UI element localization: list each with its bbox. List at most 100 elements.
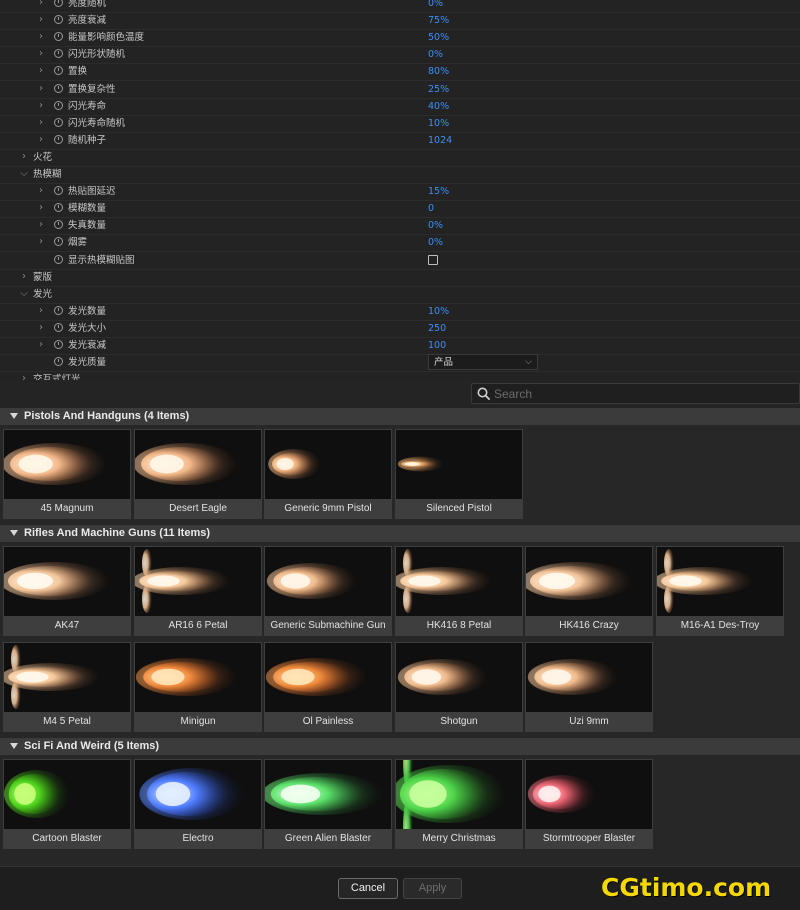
property-value[interactable]: 0% <box>428 236 443 249</box>
preset-tile[interactable]: Merry Christmas <box>395 759 523 849</box>
preset-tile[interactable]: M16-A1 Des-Troy <box>656 546 784 636</box>
stopwatch-icon[interactable] <box>54 357 63 366</box>
stopwatch-icon[interactable] <box>54 118 63 127</box>
property-row[interactable]: › 发光衰减 100 <box>0 337 800 355</box>
stopwatch-icon[interactable] <box>54 0 63 7</box>
property-value[interactable]: 10% <box>428 305 449 318</box>
property-value[interactable]: 75% <box>428 14 449 27</box>
chevron-down-icon[interactable]: ⌵ <box>19 168 29 180</box>
property-row[interactable]: › 发光数量 10% <box>0 303 800 321</box>
preset-tile[interactable]: Generic 9mm Pistol <box>264 429 392 519</box>
property-value[interactable]: 0% <box>428 219 443 232</box>
preset-tile[interactable]: Shotgun <box>395 642 523 732</box>
property-value[interactable]: 15% <box>428 185 449 198</box>
chevron-right-icon[interactable]: › <box>36 14 46 26</box>
property-row[interactable]: › 闪光形状随机 0% <box>0 46 800 64</box>
property-row[interactable]: 发光质量 产品 ⌵ <box>0 354 800 372</box>
property-row[interactable]: › 亮度衰减 75% <box>0 12 800 30</box>
property-row[interactable]: › 置换复杂性 25% <box>0 81 800 99</box>
stopwatch-icon[interactable] <box>54 66 63 75</box>
preset-tile[interactable]: Minigun <box>134 642 262 732</box>
property-row[interactable]: › 热贴图延迟 15% <box>0 183 800 201</box>
chevron-right-icon[interactable]: › <box>36 48 46 60</box>
collapse-triangle-icon[interactable] <box>10 743 18 749</box>
property-row[interactable]: › 模糊数量 0 <box>0 200 800 218</box>
property-row[interactable]: › 蒙版 <box>0 269 800 287</box>
preset-tile[interactable]: Silenced Pistol <box>395 429 523 519</box>
preset-tile[interactable]: Ol Painless <box>264 642 392 732</box>
property-value[interactable]: 0 <box>428 202 434 215</box>
property-row[interactable]: › 置换 80% <box>0 63 800 81</box>
preset-tile[interactable]: Cartoon Blaster <box>3 759 131 849</box>
property-row[interactable]: ⌵ 发光 <box>0 286 800 304</box>
chevron-right-icon[interactable]: › <box>36 134 46 146</box>
preset-tile[interactable]: Generic Submachine Gun <box>264 546 392 636</box>
stopwatch-icon[interactable] <box>54 203 63 212</box>
preset-tile[interactable]: M4 5 Petal <box>3 642 131 732</box>
property-row[interactable]: › 闪光寿命随机 10% <box>0 115 800 133</box>
preset-tile[interactable]: AK47 <box>3 546 131 636</box>
property-value[interactable]: 0% <box>428 0 443 10</box>
property-value[interactable]: 100 <box>428 339 446 352</box>
chevron-right-icon[interactable]: › <box>19 151 29 163</box>
chevron-right-icon[interactable]: › <box>36 339 46 351</box>
stopwatch-icon[interactable] <box>54 84 63 93</box>
stopwatch-icon[interactable] <box>54 323 63 332</box>
property-value[interactable]: 1024 <box>428 134 452 147</box>
preset-tile[interactable]: HK416 8 Petal <box>395 546 523 636</box>
chevron-right-icon[interactable]: › <box>36 202 46 214</box>
chevron-right-icon[interactable]: › <box>36 100 46 112</box>
stopwatch-icon[interactable] <box>54 135 63 144</box>
property-value[interactable]: 250 <box>428 322 446 335</box>
apply-button[interactable]: Apply <box>403 878 462 899</box>
stopwatch-icon[interactable] <box>54 306 63 315</box>
stopwatch-icon[interactable] <box>54 49 63 58</box>
chevron-right-icon[interactable]: › <box>19 373 29 380</box>
property-row[interactable]: › 发光大小 250 <box>0 320 800 338</box>
property-row[interactable]: › 能量影响颜色温度 50% <box>0 29 800 47</box>
chevron-right-icon[interactable]: › <box>36 65 46 77</box>
property-row[interactable]: ⌵ 热模糊 <box>0 166 800 184</box>
collapse-triangle-icon[interactable] <box>10 413 18 419</box>
quality-dropdown[interactable]: 产品 ⌵ <box>428 354 538 370</box>
preset-tile[interactable]: Electro <box>134 759 262 849</box>
property-value[interactable]: 25% <box>428 83 449 96</box>
stopwatch-icon[interactable] <box>54 186 63 195</box>
property-row[interactable]: › 闪光寿命 40% <box>0 98 800 116</box>
chevron-right-icon[interactable]: › <box>36 31 46 43</box>
cancel-button[interactable]: Cancel <box>338 878 398 899</box>
property-row[interactable]: › 烟雾 0% <box>0 234 800 252</box>
stopwatch-icon[interactable] <box>54 32 63 41</box>
preset-tile[interactable]: Stormtrooper Blaster <box>525 759 653 849</box>
chevron-right-icon[interactable]: › <box>36 185 46 197</box>
stopwatch-icon[interactable] <box>54 220 63 229</box>
chevron-right-icon[interactable]: › <box>36 117 46 129</box>
search-box[interactable] <box>471 383 800 404</box>
property-row[interactable]: › 失真数量 0% <box>0 217 800 235</box>
collapse-triangle-icon[interactable] <box>10 530 18 536</box>
chevron-right-icon[interactable]: › <box>36 83 46 95</box>
checkbox[interactable] <box>428 255 438 265</box>
stopwatch-icon[interactable] <box>54 101 63 110</box>
chevron-right-icon[interactable]: › <box>19 271 29 283</box>
chevron-right-icon[interactable]: › <box>36 305 46 317</box>
property-row[interactable]: › 火花 <box>0 149 800 167</box>
category-header[interactable]: Pistols And Handguns (4 Items) <box>0 408 800 425</box>
chevron-down-icon[interactable]: ⌵ <box>19 288 29 300</box>
category-header[interactable]: Rifles And Machine Guns (11 Items) <box>0 525 800 542</box>
stopwatch-icon[interactable] <box>54 237 63 246</box>
property-value[interactable]: 10% <box>428 117 449 130</box>
preset-tile[interactable]: Green Alien Blaster <box>264 759 392 849</box>
property-row[interactable]: › 随机种子 1024 <box>0 132 800 150</box>
chevron-right-icon[interactable]: › <box>36 236 46 248</box>
stopwatch-icon[interactable] <box>54 255 63 264</box>
property-value[interactable]: 0% <box>428 48 443 61</box>
chevron-right-icon[interactable]: › <box>36 219 46 231</box>
property-row[interactable]: › 交互式灯光 <box>0 371 800 380</box>
chevron-right-icon[interactable]: › <box>36 322 46 334</box>
preset-tile[interactable]: AR16 6 Petal <box>134 546 262 636</box>
chevron-right-icon[interactable]: › <box>36 0 46 9</box>
property-value[interactable]: 50% <box>428 31 449 44</box>
preset-tile[interactable]: Desert Eagle <box>134 429 262 519</box>
category-header[interactable]: Sci Fi And Weird (5 Items) <box>0 738 800 755</box>
